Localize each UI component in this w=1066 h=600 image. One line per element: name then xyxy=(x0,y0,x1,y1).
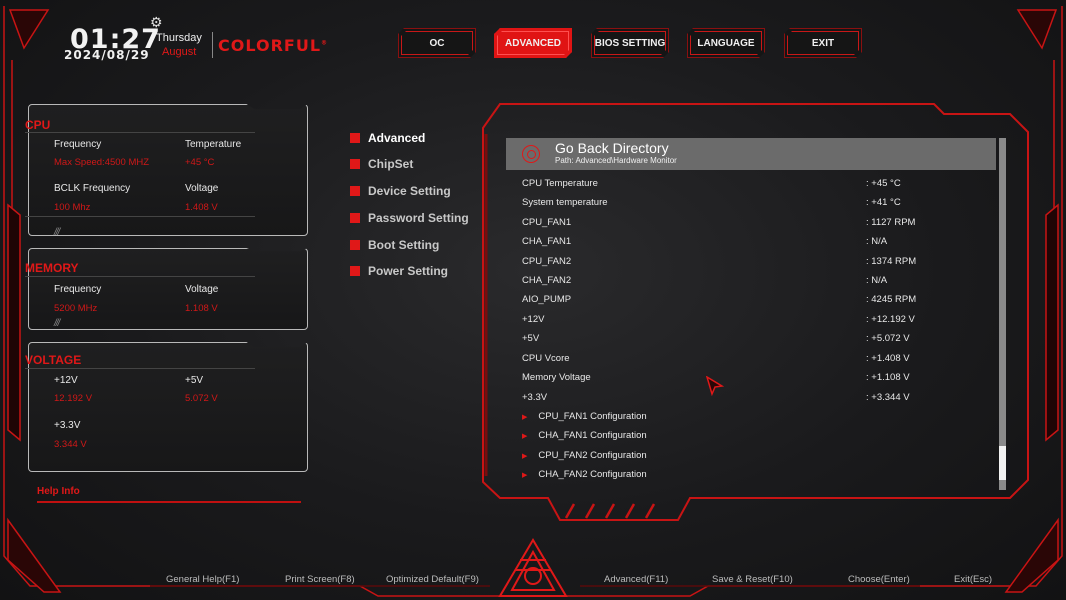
stripe-decoration: /// xyxy=(54,318,60,329)
hint-general-help[interactable]: General Help(F1) xyxy=(166,574,239,585)
tab-advanced[interactable]: ADVANCED xyxy=(494,28,572,58)
monitor-row-value: : +1.108 V xyxy=(866,372,910,383)
hint-exit[interactable]: Exit(Esc) xyxy=(954,574,992,585)
v12-value: 12.192 V xyxy=(54,393,93,404)
scrollbar-thumb[interactable] xyxy=(999,446,1006,480)
monitor-row-value: : 1374 RPM xyxy=(866,256,917,267)
monitor-row-label: +5V xyxy=(522,333,540,344)
monitor-row-label: +12V xyxy=(522,314,545,325)
monitor-row-label: CPU Temperature xyxy=(522,178,598,189)
submenu-cpu-fan2-config[interactable]: ▶ CPU_FAN2 Configuration xyxy=(522,450,647,461)
cursor-icon xyxy=(706,376,724,396)
triangle-right-icon: ▶ xyxy=(522,414,528,421)
divider xyxy=(25,276,255,277)
monitor-row-value: : +3.344 V xyxy=(866,392,910,403)
divider xyxy=(25,216,255,217)
memory-frequency-label: Frequency xyxy=(54,284,102,295)
v33-value: 3.344 V xyxy=(54,439,87,450)
hint-print-screen[interactable]: Print Screen(F8) xyxy=(285,574,355,585)
bullet-icon xyxy=(350,186,360,196)
triangle-right-icon: ▶ xyxy=(522,433,528,440)
cpu-title: CPU xyxy=(25,118,51,132)
v5-value: 5.072 V xyxy=(185,393,218,404)
tab-oc[interactable]: OC xyxy=(398,28,476,58)
monitor-row-label: CHA_FAN1 xyxy=(522,236,572,247)
brand-logo: COLORFUL® xyxy=(218,36,329,55)
menu-advanced[interactable]: Advanced xyxy=(350,131,425,145)
monitor-row-value: : N/A xyxy=(866,236,888,247)
monitor-row-label: AIO_PUMP xyxy=(522,294,572,305)
triangle-right-icon: ▶ xyxy=(522,472,528,479)
divider xyxy=(25,132,255,133)
hint-optimized-default[interactable]: Optimized Default(F9) xyxy=(386,574,479,585)
bullet-icon xyxy=(350,240,360,250)
monitor-row-label: CPU_FAN1 xyxy=(522,217,572,228)
menu-password-setting[interactable]: Password Setting xyxy=(350,211,469,225)
monitor-row-value: : +41 °C xyxy=(866,197,901,208)
triangle-right-icon: ▶ xyxy=(522,453,528,460)
stripe-decoration: /// xyxy=(54,227,60,238)
memory-voltage-label: Voltage xyxy=(185,284,219,295)
v12-label: +12V xyxy=(54,375,78,386)
divider xyxy=(25,368,255,369)
memory-title: MEMORY xyxy=(25,261,79,275)
monitor-row-label: System temperature xyxy=(522,197,608,208)
clock-month: August xyxy=(162,46,197,58)
brand-divider xyxy=(212,32,213,58)
monitor-row-value: : 1127 RPM xyxy=(866,217,916,228)
hint-choose[interactable]: Choose(Enter) xyxy=(848,574,910,585)
monitor-row-label: +3.3V xyxy=(522,392,548,403)
cpu-voltage-value: 1.408 V xyxy=(185,202,218,213)
monitor-row-value: : +12.192 V xyxy=(866,314,915,325)
help-info-title: Help Info xyxy=(37,486,80,497)
hint-advanced[interactable]: Advanced(F11) xyxy=(604,574,668,585)
go-back-directory[interactable]: Go Back Directory Path: Advanced\Hardwar… xyxy=(506,138,996,170)
submenu-cha-fan2-config[interactable]: ▶ CHA_FAN2 Configuration xyxy=(522,469,647,480)
scrollbar-track[interactable] xyxy=(999,138,1006,490)
menu-chipset[interactable]: ChipSet xyxy=(350,157,413,171)
menu-boot-setting[interactable]: Boot Setting xyxy=(350,238,439,252)
clock-date: 2024/08/29 xyxy=(64,48,150,62)
cpu-temperature-label: Temperature xyxy=(185,139,242,150)
monitor-row-value: : N/A xyxy=(866,275,888,286)
cpu-voltage-label: Voltage xyxy=(185,183,219,194)
monitor-row-label: CHA_FAN2 xyxy=(522,275,572,286)
bclk-frequency-label: BCLK Frequency xyxy=(54,183,131,194)
monitor-row-label: CPU Vcore xyxy=(522,353,570,364)
hint-save-reset[interactable]: Save & Reset(F10) xyxy=(712,574,793,585)
voltage-title: VOLTAGE xyxy=(25,353,82,367)
target-icon xyxy=(522,145,540,163)
path-breadcrumb: Path: Advanced\Hardware Monitor xyxy=(555,156,677,165)
tab-bios-setting[interactable]: BIOS SETTING xyxy=(591,28,669,58)
clock-day: Thursday xyxy=(156,32,202,44)
tab-exit[interactable]: EXIT xyxy=(784,28,862,58)
cpu-frequency-value: Max Speed:4500 MHZ xyxy=(54,157,150,168)
monitor-row-value: : +45 °C xyxy=(866,178,901,189)
cpu-temperature-value: +45 °C xyxy=(185,157,215,168)
menu-power-setting[interactable]: Power Setting xyxy=(350,264,448,278)
bullet-icon xyxy=(350,213,360,223)
monitor-row-value: : +1.408 V xyxy=(866,353,910,364)
bullet-icon xyxy=(350,266,360,276)
v5-label: +5V xyxy=(185,375,204,386)
memory-voltage-value: 1.108 V xyxy=(185,303,218,314)
v33-label: +3.3V xyxy=(54,420,81,431)
bullet-icon xyxy=(350,159,360,169)
help-info-underline xyxy=(37,501,301,503)
monitor-row-value: : 4245 RPM xyxy=(866,294,917,305)
cpu-frequency-label: Frequency xyxy=(54,139,102,150)
bullet-icon xyxy=(350,133,360,143)
bclk-frequency-value: 100 Mhz xyxy=(54,202,91,213)
menu-device-setting[interactable]: Device Setting xyxy=(350,184,451,198)
monitor-row-value: : +5.072 V xyxy=(866,333,910,344)
submenu-cpu-fan1-config[interactable]: ▶ CPU_FAN1 Configuration xyxy=(522,411,647,422)
monitor-row-label: Memory Voltage xyxy=(522,372,591,383)
monitor-row-label: CPU_FAN2 xyxy=(522,256,572,267)
go-back-title: Go Back Directory xyxy=(555,140,669,156)
tab-language[interactable]: LANGUAGE xyxy=(687,28,765,58)
memory-frequency-value: 5200 MHz xyxy=(54,303,98,314)
submenu-cha-fan1-config[interactable]: ▶ CHA_FAN1 Configuration xyxy=(522,430,647,441)
